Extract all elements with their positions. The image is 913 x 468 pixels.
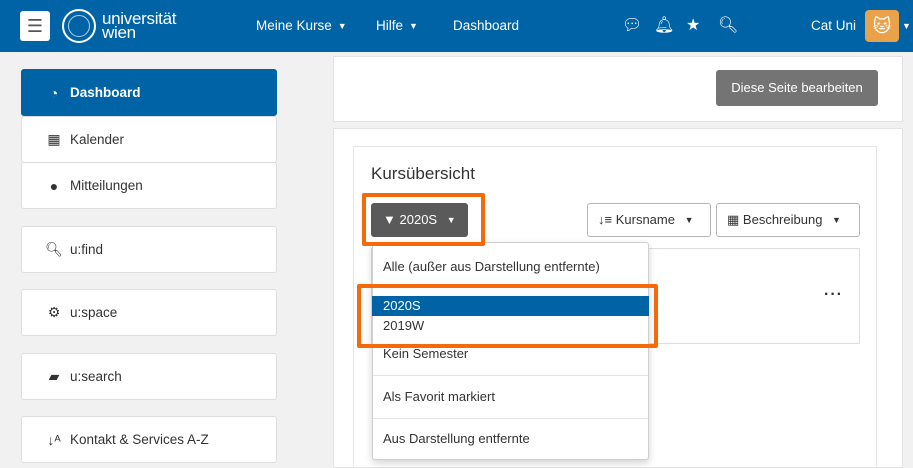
highlight-semester-options bbox=[357, 284, 658, 348]
sort-icon: ↓≡ bbox=[598, 212, 613, 227]
dropdown-item-entfernte[interactable]: Aus Darstellung entfernte bbox=[372, 429, 649, 449]
user-name[interactable]: Cat Uni bbox=[811, 0, 856, 52]
view-mode-button[interactable]: ▦ Beschreibung ▼ bbox=[716, 203, 860, 237]
university-seal-icon bbox=[62, 9, 96, 43]
hamburger-menu-button[interactable]: ☰ bbox=[20, 11, 50, 41]
section-title: Kursübersicht bbox=[371, 164, 475, 183]
sidebar-item-dashboard[interactable]: ◔ Dashboard bbox=[21, 69, 277, 116]
sidebar-item-kontakt[interactable]: ↓ᴬ Kontakt & Services A-Z bbox=[21, 416, 277, 463]
star-icon[interactable]: ★ bbox=[686, 0, 700, 52]
user-avatar[interactable]: 🐱︎ bbox=[865, 10, 899, 42]
nav-hilfe[interactable]: Hilfe ▼ bbox=[376, 0, 418, 52]
course-menu-icon[interactable]: ··· bbox=[824, 286, 843, 304]
bell-icon[interactable]: 🔔︎ bbox=[654, 0, 674, 52]
chevron-down-icon: ▼ bbox=[684, 215, 694, 225]
top-navbar: ☰ universität wien Meine Kurse ▼ Hilfe ▼ D… bbox=[0, 0, 913, 52]
sidebar-item-kalender[interactable]: ▦ Kalender bbox=[21, 116, 277, 163]
chat-icon[interactable]: 💬︎ bbox=[622, 0, 642, 52]
nav-meine-kurse[interactable]: Meine Kurse ▼ bbox=[256, 0, 347, 52]
sidebar-item-uspace[interactable]: ⚙ u:space bbox=[21, 289, 277, 336]
gear-icon: ⚙ bbox=[47, 304, 61, 320]
grid-icon: ▦ bbox=[727, 212, 740, 227]
sort-alpha-icon: ↓ᴬ bbox=[47, 431, 61, 448]
hamburger-icon: ☰ bbox=[26, 16, 44, 36]
nav-dashboard[interactable]: Dashboard bbox=[453, 0, 519, 52]
dropdown-item-favorit[interactable]: Als Favorit markiert bbox=[372, 387, 649, 407]
university-logo[interactable]: universität wien bbox=[62, 8, 176, 44]
dashboard-icon: ◔ bbox=[49, 84, 59, 101]
search-icon: 🔍︎ bbox=[45, 241, 63, 257]
sidebar-item-usearch[interactable]: ▰ u:search bbox=[21, 353, 277, 400]
sidebar-item-ufind[interactable]: 🔍︎ u:find bbox=[21, 226, 277, 273]
search-icon[interactable]: 🔍︎ bbox=[718, 0, 738, 52]
dropdown-divider bbox=[373, 418, 648, 419]
logo-text: universität wien bbox=[102, 9, 177, 42]
chevron-down-icon: ▼ bbox=[832, 215, 841, 225]
dropdown-divider bbox=[373, 375, 648, 376]
edit-page-button[interactable]: Diese Seite bearbeiten bbox=[716, 70, 878, 106]
chevron-down-icon: ▼ bbox=[337, 21, 347, 31]
calendar-icon: ▦ bbox=[47, 131, 61, 147]
user-menu-chevron-icon[interactable]: ▼ bbox=[902, 0, 911, 52]
sidebar-item-mitteilungen[interactable]: ● Mitteilungen bbox=[21, 162, 277, 209]
chevron-down-icon: ▼ bbox=[409, 21, 418, 31]
cat-avatar-icon: 🐱︎ bbox=[872, 15, 892, 36]
dropdown-item-alle[interactable]: Alle (außer aus Darstellung entfernte) bbox=[372, 256, 649, 278]
highlight-filter-button bbox=[362, 193, 485, 246]
book-icon: ▰ bbox=[48, 368, 60, 384]
sort-button[interactable]: ↓≡ Kursname ▼ bbox=[587, 203, 711, 237]
chat-icon: ● bbox=[49, 177, 59, 194]
